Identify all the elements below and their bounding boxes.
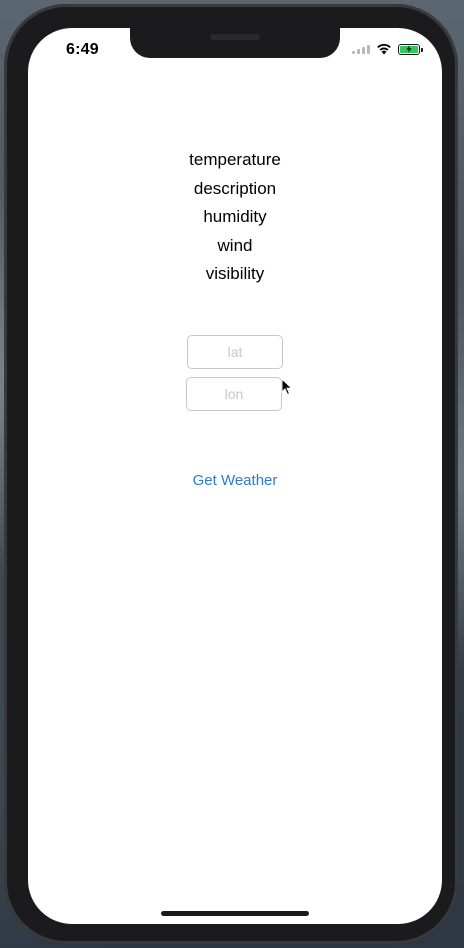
battery-fill [400,45,418,53]
lon-input[interactable] [186,377,282,411]
status-time: 6:49 [66,41,99,58]
wind-label: wind [217,235,253,255]
notch [130,28,340,58]
description-label: description [193,178,277,198]
temperature-label: temperature [189,150,281,169]
humidity-label: humidity [203,207,267,226]
get-weather-button[interactable]: Get Weather [28,468,442,493]
signal-icon [352,44,370,54]
cursor-icon [281,378,293,396]
phone-screen: 6:49 temperature description humidity wi… [28,28,442,924]
battery-icon [398,43,423,55]
wifi-icon [377,43,391,55]
home-indicator[interactable] [161,911,309,916]
phone-frame: 6:49 temperature description humidity wi… [4,4,458,944]
status-icons [352,43,423,55]
notch-speaker [210,34,260,40]
charging-bolt-icon [406,45,412,53]
visibility-label: visibility [205,264,265,283]
weather-info: temperature description humidity wind vi… [28,146,442,289]
lat-input[interactable] [187,335,283,369]
